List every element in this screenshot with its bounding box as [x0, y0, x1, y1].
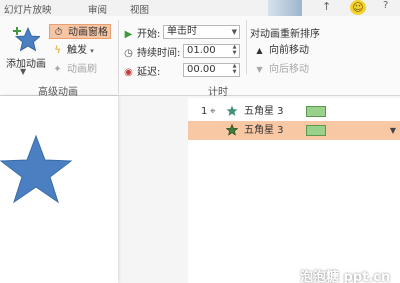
- delay-value: 00.00: [187, 64, 216, 75]
- star-shape[interactable]: [0, 134, 72, 204]
- star-icon: [226, 124, 238, 136]
- timeline-bar: [306, 106, 326, 117]
- animation-name: 五角星 3: [244, 125, 284, 136]
- smiley-icon[interactable]: ☺: [350, 0, 366, 15]
- animation-painter-button[interactable]: ✦ 动画刷: [49, 62, 97, 77]
- move-later-label: 向后移动: [269, 64, 309, 75]
- chevron-down-icon[interactable]: ▼: [390, 121, 396, 140]
- tab-slideshow[interactable]: 幻灯片放映: [4, 2, 52, 16]
- ribbon-tab-bar: 幻灯片放映 审阅 视图 ↑ ☺ ?: [0, 0, 400, 16]
- clock-icon: ◷: [124, 48, 133, 59]
- slide-canvas[interactable]: [0, 96, 118, 283]
- animation-name: 五角星 3: [244, 106, 284, 117]
- animation-pane-icon: ⏱: [54, 27, 63, 38]
- down-arrow-icon: ▼: [256, 65, 263, 74]
- tab-view[interactable]: 视图: [130, 2, 149, 16]
- star-add-icon[interactable]: [12, 25, 40, 53]
- animation-painter-icon: ✦: [53, 64, 62, 75]
- delay-label: ◉ 延迟:: [124, 67, 161, 78]
- up-arrow-icon[interactable]: ↑: [322, 0, 331, 13]
- move-later-button[interactable]: ▼ 向后移动: [251, 62, 309, 77]
- play-icon: ▶: [124, 29, 133, 40]
- tab-review[interactable]: 审阅: [88, 2, 107, 16]
- up-arrow-icon: ▲: [256, 46, 263, 55]
- animation-pane: 1 ⌖ 五角星 3 五角星 3 ▼: [188, 98, 400, 283]
- move-earlier-label: 向前移动: [269, 45, 309, 56]
- start-select[interactable]: 单击时 ▼: [163, 25, 240, 39]
- spinner-icon[interactable]: ▲ ▼: [230, 63, 239, 75]
- trigger-label: 触发: [67, 45, 87, 56]
- animation-item[interactable]: 五角星 3 ▼: [188, 121, 400, 140]
- delay-icon: ◉: [124, 67, 133, 78]
- duration-value: 01.00: [187, 45, 216, 56]
- duration-label: ◷ 持续时间:: [124, 48, 181, 59]
- timeline-bar: [306, 125, 326, 136]
- star-icon: [226, 105, 238, 116]
- chevron-down-icon: ▾: [90, 47, 94, 55]
- duration-input[interactable]: 01.00 ▲ ▼: [183, 44, 240, 58]
- chevron-down-icon[interactable]: ▼: [20, 67, 26, 76]
- mouse-icon: ⌖: [210, 106, 216, 117]
- group-divider: [246, 20, 247, 75]
- trigger-icon: ϟ: [54, 45, 61, 56]
- reorder-title: 对动画重新排序: [250, 29, 320, 40]
- animation-pane-button[interactable]: ⏱ 动画窗格: [49, 24, 111, 39]
- help-icon[interactable]: ?: [383, 0, 388, 11]
- start-label: ▶ 开始:: [124, 29, 161, 40]
- animation-item[interactable]: 1 ⌖ 五角星 3: [188, 102, 400, 121]
- trigger-button[interactable]: ϟ 触发 ▾: [49, 43, 94, 58]
- spinner-icon[interactable]: ▲ ▼: [230, 44, 239, 56]
- account-photo: [268, 0, 302, 16]
- ribbon-panel: 添加动画 ▼ ⏱ 动画窗格 ϟ 触发 ▾ ✦ 动画刷 高级动画 ▶ 开始: 单击时…: [0, 16, 400, 98]
- move-earlier-button[interactable]: ▲ 向前移动: [251, 43, 309, 58]
- chevron-down-icon: ▼: [231, 28, 237, 36]
- workspace: 1 ⌖ 五角星 3 五角星 3 ▼: [0, 96, 400, 283]
- animation-index: 1: [201, 106, 208, 117]
- watermark: 泡泡糖 ppt.cn: [300, 270, 391, 283]
- animation-painter-label: 动画刷: [67, 64, 97, 75]
- animation-pane-label: 动画窗格: [68, 27, 108, 38]
- delay-input[interactable]: 00.00 ▲ ▼: [183, 63, 240, 77]
- group-divider: [118, 20, 119, 94]
- start-value: 单击时: [167, 26, 197, 37]
